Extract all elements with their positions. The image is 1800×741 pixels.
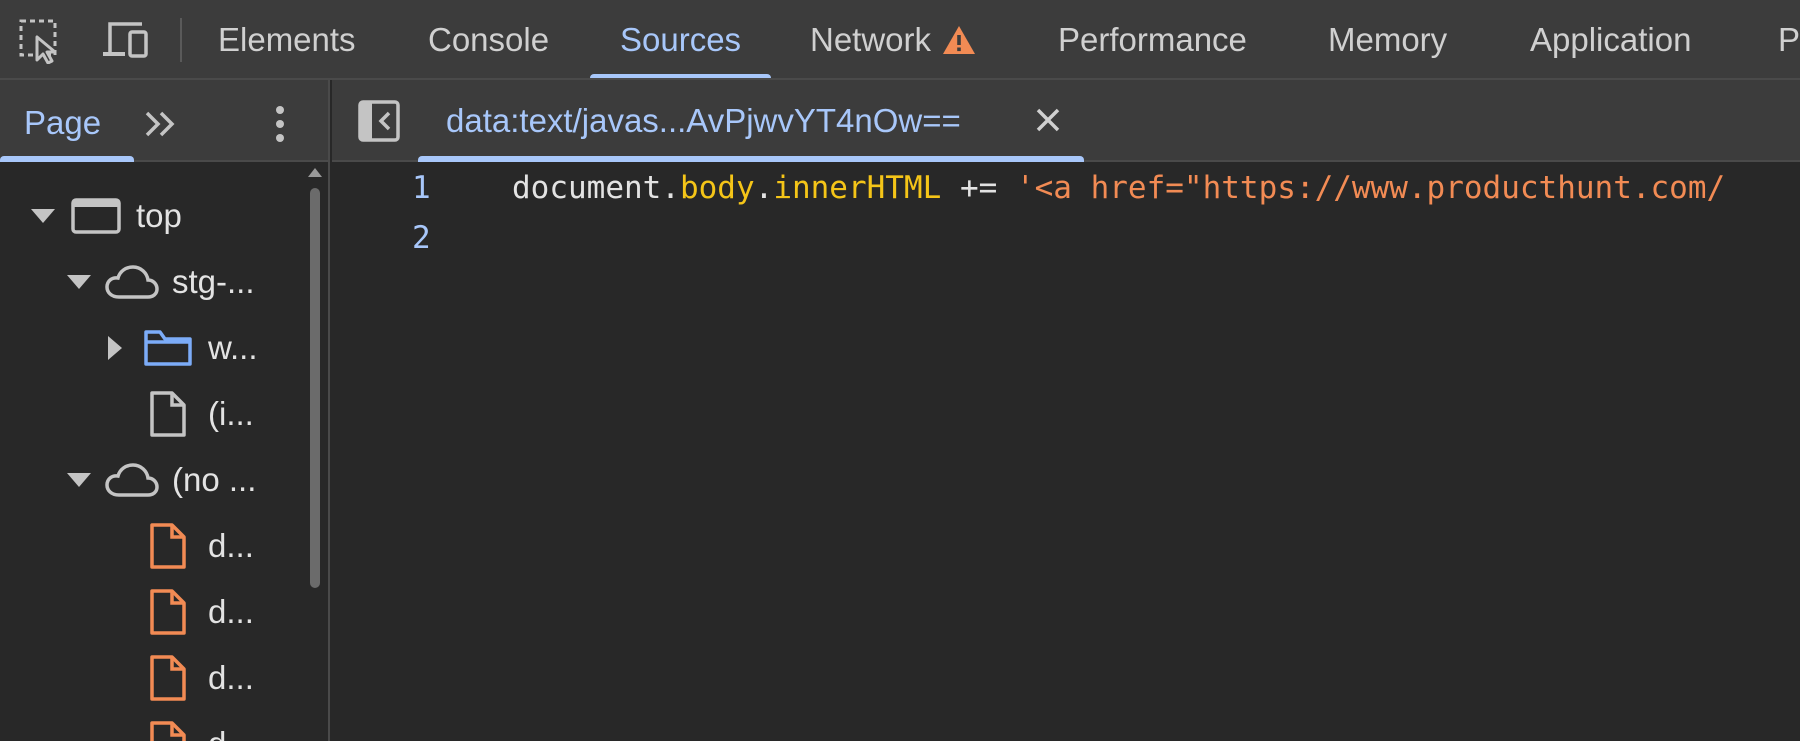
expanded-arrow-icon[interactable]	[64, 465, 94, 495]
tree-item-label: (no ...	[172, 461, 257, 498]
code-line: 1 document.body.innerHTML += '<a href="h…	[332, 162, 1800, 212]
code-text: document.body.innerHTML += '<a href="htt…	[512, 170, 1725, 206]
tree-item-label: d...	[208, 659, 254, 696]
script-file-icon	[140, 653, 196, 703]
folder-icon	[140, 323, 196, 373]
code-area[interactable]: 1 document.body.innerHTML += '<a href="h…	[332, 162, 1800, 741]
tree-item-label: d...	[208, 527, 254, 564]
double-chevron-right-icon[interactable]	[142, 104, 182, 144]
sources-navigator: Page top stg-... w... (i... (no ... d...…	[0, 80, 330, 741]
warning-triangle-icon	[941, 24, 977, 56]
tree-item-label: stg-...	[172, 263, 255, 300]
navigator-tabbar: Page	[0, 80, 328, 162]
cloud-icon	[104, 257, 160, 307]
tree-item-folder[interactable]: w...	[100, 315, 258, 381]
tree-item-file[interactable]: (i...	[100, 381, 254, 447]
tree-item-domain[interactable]: stg-...	[64, 249, 255, 315]
tree-item-label: d...	[208, 725, 254, 741]
code-line: 2	[332, 212, 1800, 262]
code-token: .	[754, 170, 774, 206]
tab-application[interactable]: Application	[1530, 0, 1692, 78]
scrollbar-thumb[interactable]	[310, 188, 320, 588]
tab-sources[interactable]: Sources	[590, 0, 772, 78]
code-token: +=	[941, 170, 1016, 206]
tree-item-label: top	[136, 197, 182, 234]
tree-item-script-1[interactable]: d...	[100, 513, 254, 579]
script-file-icon	[140, 719, 196, 741]
tree-item-no-domain[interactable]: (no ...	[64, 447, 256, 513]
kebab-menu-icon[interactable]	[262, 102, 298, 146]
tree-item-label: d...	[208, 593, 254, 630]
expanded-arrow-icon[interactable]	[28, 201, 58, 231]
tree-item-label: (i...	[208, 395, 254, 432]
file-icon	[140, 389, 196, 439]
source-editor: data:text/javas...AvPjwvYT4nOw== 1 docum…	[332, 80, 1800, 741]
tab-label: Performance	[1058, 21, 1247, 58]
tab-label: Network	[810, 21, 932, 58]
scroll-up-arrow-icon[interactable]	[308, 168, 322, 177]
script-file-icon	[140, 587, 196, 637]
script-file-icon	[140, 521, 196, 571]
code-token: document.	[512, 170, 680, 206]
editor-file-tab[interactable]: data:text/javas...AvPjwvYT4nOw==	[418, 80, 1084, 162]
toolbar-divider	[180, 18, 182, 62]
tab-label: Console	[428, 21, 550, 58]
tab-memory[interactable]: Memory	[1328, 0, 1448, 78]
navigator-scrollbar[interactable]	[306, 164, 326, 741]
tree-item-label: w...	[208, 329, 258, 366]
line-number[interactable]: 2	[412, 220, 431, 256]
cloud-icon	[104, 455, 160, 505]
tab-console[interactable]: Console	[428, 0, 550, 78]
active-tab-indicator	[0, 156, 134, 162]
tab-elements[interactable]: Elements	[218, 0, 356, 78]
tree-item-script-3[interactable]: d...	[100, 645, 254, 711]
collapsed-arrow-icon[interactable]	[100, 333, 130, 363]
tab-overflow[interactable]: P	[1778, 0, 1800, 78]
tab-label: Memory	[1328, 21, 1448, 58]
code-token: innerHTML	[773, 170, 942, 206]
tab-performance[interactable]: Performance	[1058, 0, 1247, 78]
expanded-arrow-icon[interactable]	[64, 267, 94, 297]
tab-network[interactable]: Network	[810, 0, 977, 78]
devtools-main-toolbar: Elements Console Sources Network Perform…	[0, 0, 1800, 80]
editor-tabbar: data:text/javas...AvPjwvYT4nOw==	[332, 80, 1800, 162]
tab-label: Elements	[218, 21, 356, 58]
tab-label: P	[1778, 21, 1800, 58]
tab-label: Application	[1530, 21, 1692, 58]
inspect-element-icon[interactable]	[16, 16, 66, 66]
frame-icon	[68, 191, 124, 241]
close-icon[interactable]	[1030, 102, 1066, 138]
code-token: body	[679, 170, 755, 206]
tab-label: Sources	[620, 21, 742, 58]
device-toolbar-icon[interactable]	[100, 16, 150, 66]
tree-item-script-4[interactable]: d...	[100, 711, 254, 741]
tree-item-top[interactable]: top	[28, 183, 182, 249]
line-number[interactable]: 1	[412, 170, 431, 206]
tree-item-script-2[interactable]: d...	[100, 579, 254, 645]
tab-page[interactable]: Page	[24, 104, 101, 142]
file-tab-label: data:text/javas...AvPjwvYT4nOw==	[446, 102, 961, 139]
code-token: '<a href="https://www.producthunt.com/	[1015, 170, 1726, 206]
toggle-navigator-icon[interactable]	[356, 98, 402, 144]
